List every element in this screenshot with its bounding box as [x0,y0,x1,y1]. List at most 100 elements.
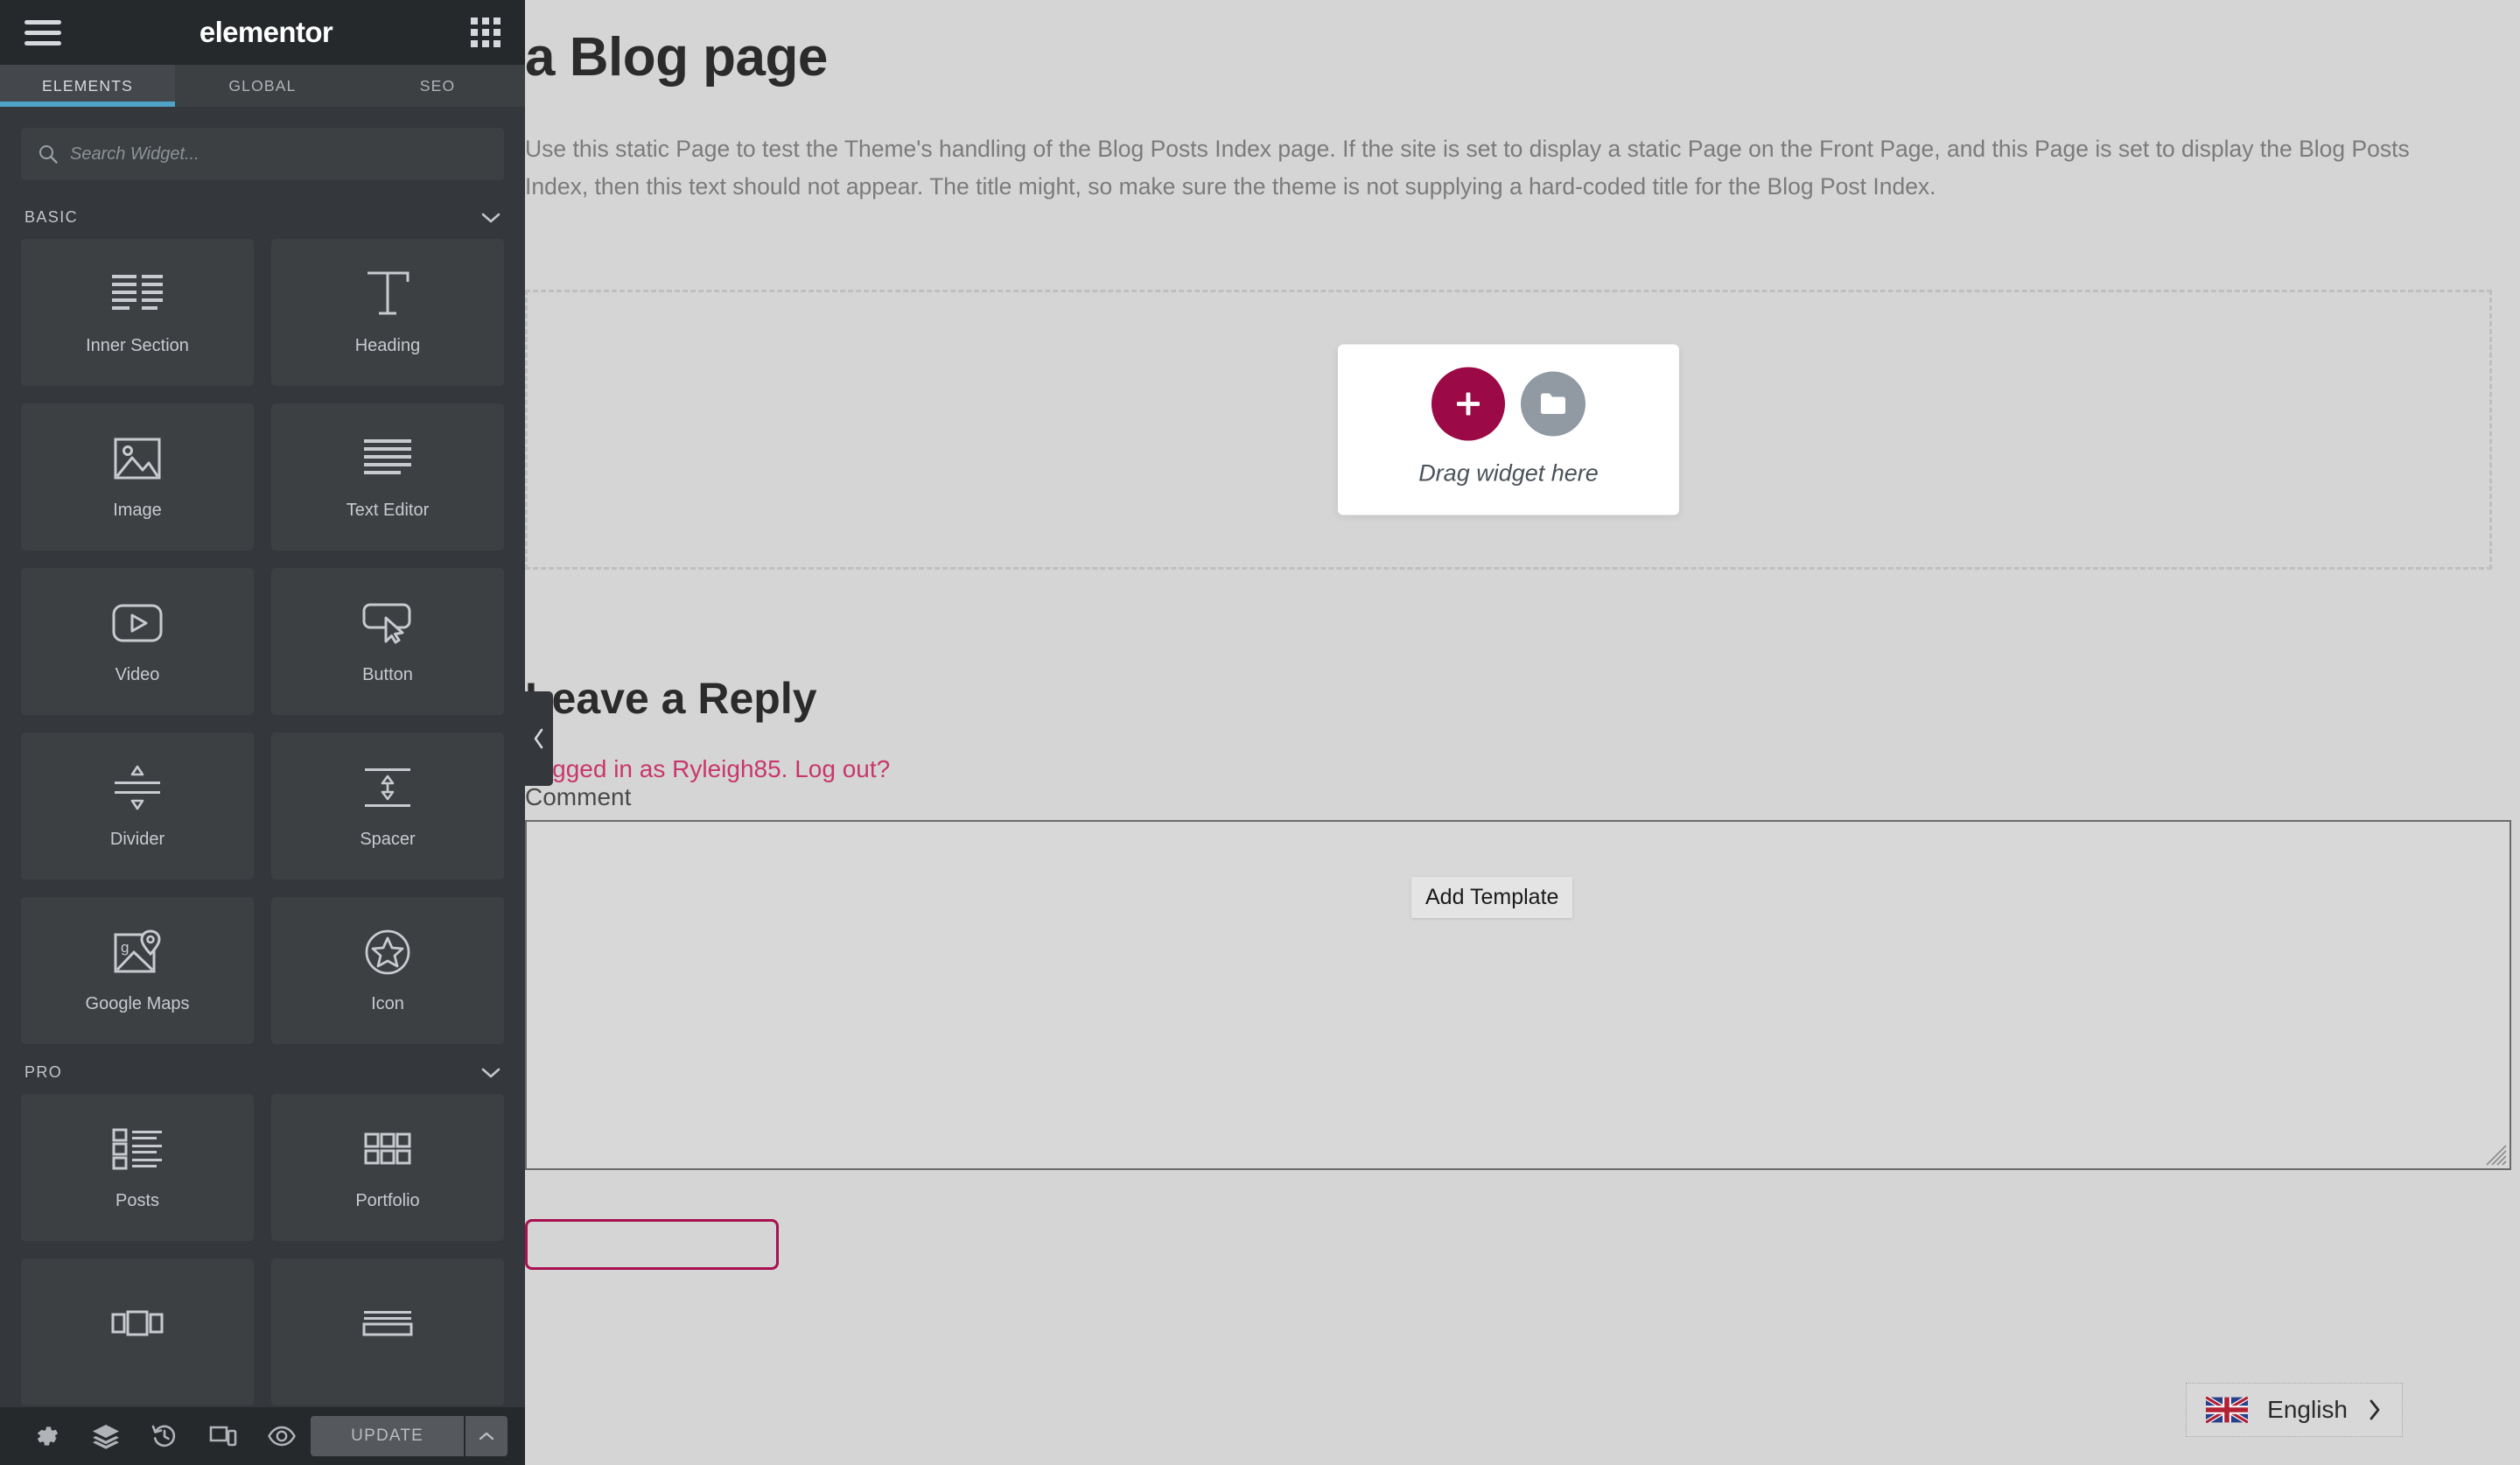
page-title: a Blog page [525,27,828,88]
widget-google-maps[interactable]: g Google Maps [21,897,254,1044]
widget-list-scroll[interactable]: BASIC Inner Section Heading Image Text E… [0,189,525,1407]
language-label: English [2267,1396,2348,1423]
navigator-layers-icon[interactable] [76,1407,135,1465]
add-widget-button[interactable] [1432,367,1505,441]
widget-label: Text Editor [346,500,430,520]
widget-video[interactable]: Video [21,568,254,715]
widget-label: Inner Section [86,335,189,355]
logged-in-separator: . [780,754,795,782]
chevron-left-icon [534,728,543,749]
widget-image[interactable]: Image [21,403,254,550]
logged-in-username-link[interactable]: Ryleigh85 [672,755,781,782]
widget-grid-pro: Posts Portfolio [21,1094,504,1405]
widget-text-editor[interactable]: Text Editor [271,403,504,550]
search-input[interactable]: Search Widget... [21,128,504,180]
search-section: Search Widget... [0,107,525,189]
panel-header: elementor [0,0,525,65]
widget-label: Image [113,500,162,520]
tab-seo[interactable]: SEO [350,65,525,107]
widget-label: Video [115,664,160,684]
widget-label: Heading [354,335,421,355]
widget-grid-basic: Inner Section Heading Image Text Editor … [21,239,504,1044]
log-out-link[interactable]: Log out? [794,755,890,782]
chevron-down-icon[interactable] [481,212,500,224]
add-element-buttons [1432,367,1586,441]
widget-form[interactable] [271,1258,504,1405]
heading-icon [364,270,411,319]
update-button[interactable]: UPDATE [311,1416,465,1456]
svg-text:g: g [121,939,129,956]
uk-flag-icon [2206,1397,2249,1423]
widget-divider[interactable]: Divider [21,732,254,880]
category-label-basic: BASIC [24,208,79,226]
widget-portfolio[interactable]: Portfolio [271,1094,504,1241]
google-maps-icon: g [113,928,162,977]
widget-dropzone[interactable]: Drag widget here Add Template [525,289,2492,918]
widget-heading[interactable]: Heading [271,239,504,386]
history-icon[interactable] [135,1407,193,1465]
post-comment-button[interactable] [525,1218,779,1270]
widget-slides[interactable] [21,1258,254,1405]
widget-label: Icon [371,993,404,1013]
elementor-logo: elementor [199,16,333,48]
add-template-tooltip: Add Template [1411,876,1573,918]
search-placeholder: Search Widget... [70,144,200,164]
search-icon [39,145,58,164]
posts-icon [111,1125,164,1174]
widget-spacer[interactable]: Spacer [271,732,504,880]
elementor-editor: elementor ELEMENTS GLOBAL SEO Search Wid… [0,0,2520,1465]
update-options-caret[interactable] [466,1416,508,1456]
panel-collapse-button[interactable] [525,691,553,786]
logged-in-status: Logged in as Ryleigh85. Log out? [525,724,2520,783]
image-icon [113,434,162,483]
chevron-up-icon [479,1432,494,1440]
slides-icon [111,1299,164,1348]
leave-a-reply-title: Leave a Reply [525,673,817,723]
responsive-mode-icon[interactable] [193,1407,252,1465]
settings-icon[interactable] [18,1407,76,1465]
spacer-icon [362,763,413,812]
star-icon [364,928,411,977]
drag-widget-hint: Drag widget here [1418,459,1599,487]
elementor-panel: elementor ELEMENTS GLOBAL SEO Search Wid… [0,0,525,1465]
editor-canvas: a Blog page Use this static Page to test… [525,0,2520,1465]
chevron-right-icon[interactable] [2367,1398,2383,1422]
page-body-text: Use this static Page to test the Theme's… [525,136,2410,200]
button-icon [361,599,414,648]
widget-button[interactable]: Button [271,568,504,715]
add-element-card: Drag widget here [1338,344,1679,515]
folder-icon [1541,393,1565,414]
comment-textarea[interactable] [525,819,2511,1170]
video-icon [111,599,164,648]
form-icon [362,1299,413,1348]
portfolio-icon [363,1125,412,1174]
inner-section-icon [110,270,164,319]
panel-footer-toolbar: UPDATE [0,1407,525,1465]
update-button-group: UPDATE [311,1416,508,1456]
widget-icon[interactable]: Icon [271,897,504,1044]
hamburger-icon[interactable] [24,19,61,46]
chevron-down-icon[interactable] [481,1067,500,1079]
divider-icon [112,763,163,812]
tab-elements[interactable]: ELEMENTS [0,65,175,107]
text-editor-icon [362,434,413,483]
widget-posts[interactable]: Posts [21,1094,254,1241]
widget-label: Button [362,664,413,684]
add-template-button[interactable] [1521,371,1586,437]
plus-icon [1457,392,1480,416]
resize-grip-icon[interactable] [2482,1140,2508,1167]
widget-label: Portfolio [355,1190,420,1210]
tab-global[interactable]: GLOBAL [175,65,350,107]
widget-inner-section[interactable]: Inner Section [21,239,254,386]
panel-tabs: ELEMENTS GLOBAL SEO [0,65,525,107]
category-label-pro: PRO [24,1063,63,1081]
language-switcher[interactable]: English [2186,1383,2403,1437]
category-header-basic[interactable]: BASIC [21,189,504,239]
category-header-pro[interactable]: PRO [21,1044,504,1094]
widget-label: Posts [115,1190,160,1210]
preview-eye-icon[interactable] [252,1407,311,1465]
widgets-grid-icon[interactable] [471,18,500,47]
widget-label: Divider [109,829,165,849]
widget-label: Google Maps [85,993,190,1013]
widget-label: Spacer [360,829,416,849]
